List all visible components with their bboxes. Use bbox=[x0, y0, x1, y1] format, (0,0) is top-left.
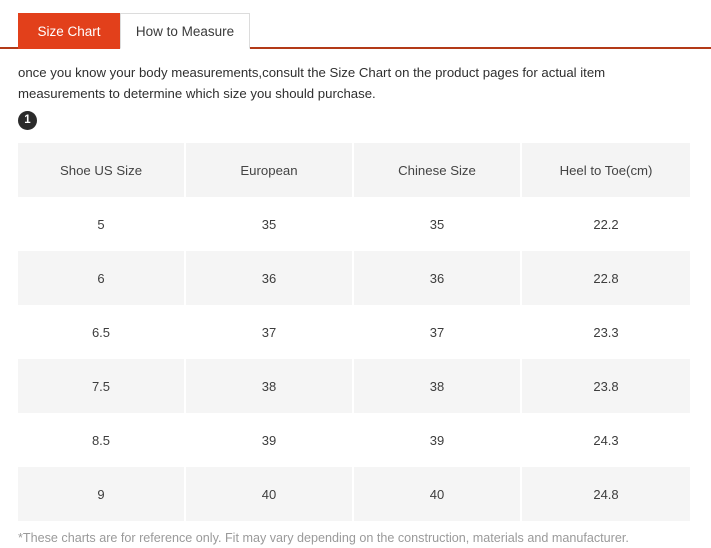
column-header-european: European bbox=[186, 143, 354, 197]
cell-shoe-us-size: 9 bbox=[18, 467, 186, 521]
intro-text: once you know your body measurements,con… bbox=[18, 65, 606, 101]
size-chart-table: Shoe US Size European Chinese Size Heel … bbox=[18, 143, 690, 521]
cell-shoe-us-size: 8.5 bbox=[18, 413, 186, 467]
cell-shoe-us-size: 5 bbox=[18, 197, 186, 251]
column-header-shoe-us-size: Shoe US Size bbox=[18, 143, 186, 197]
cell-chinese-size: 40 bbox=[354, 467, 522, 521]
cell-shoe-us-size: 6 bbox=[18, 251, 186, 305]
cell-heel-to-toe: 23.8 bbox=[522, 359, 690, 413]
cell-heel-to-toe: 24.8 bbox=[522, 467, 690, 521]
step-number-badge: 1 bbox=[18, 111, 37, 131]
table-header-row: Shoe US Size European Chinese Size Heel … bbox=[18, 143, 690, 197]
cell-european: 38 bbox=[186, 359, 354, 413]
cell-european: 37 bbox=[186, 305, 354, 359]
table-row: 9 40 40 24.8 bbox=[18, 467, 690, 521]
cell-chinese-size: 39 bbox=[354, 413, 522, 467]
tab-strip: Size Chart How to Measure bbox=[0, 0, 711, 49]
tab-size-chart[interactable]: Size Chart bbox=[18, 13, 120, 49]
cell-shoe-us-size: 6.5 bbox=[18, 305, 186, 359]
cell-chinese-size: 37 bbox=[354, 305, 522, 359]
tab-how-to-measure[interactable]: How to Measure bbox=[120, 13, 250, 49]
cell-chinese-size: 36 bbox=[354, 251, 522, 305]
column-header-chinese-size: Chinese Size bbox=[354, 143, 522, 197]
table-row: 6.5 37 37 23.3 bbox=[18, 305, 690, 359]
column-header-heel-to-toe: Heel to Toe(cm) bbox=[522, 143, 690, 197]
cell-chinese-size: 38 bbox=[354, 359, 522, 413]
disclaimer-note: *These charts are for reference only. Fi… bbox=[18, 531, 629, 545]
cell-chinese-size: 35 bbox=[354, 197, 522, 251]
step-badge-row: 1 bbox=[18, 110, 711, 134]
cell-european: 39 bbox=[186, 413, 354, 467]
cell-european: 36 bbox=[186, 251, 354, 305]
cell-heel-to-toe: 23.3 bbox=[522, 305, 690, 359]
cell-european: 40 bbox=[186, 467, 354, 521]
cell-european: 35 bbox=[186, 197, 354, 251]
cell-heel-to-toe: 24.3 bbox=[522, 413, 690, 467]
cell-heel-to-toe: 22.2 bbox=[522, 197, 690, 251]
table-row: 8.5 39 39 24.3 bbox=[18, 413, 690, 467]
table-row: 6 36 36 22.8 bbox=[18, 251, 690, 305]
table-row: 7.5 38 38 23.8 bbox=[18, 359, 690, 413]
table-row: 5 35 35 22.2 bbox=[18, 197, 690, 251]
cell-shoe-us-size: 7.5 bbox=[18, 359, 186, 413]
cell-heel-to-toe: 22.8 bbox=[522, 251, 690, 305]
